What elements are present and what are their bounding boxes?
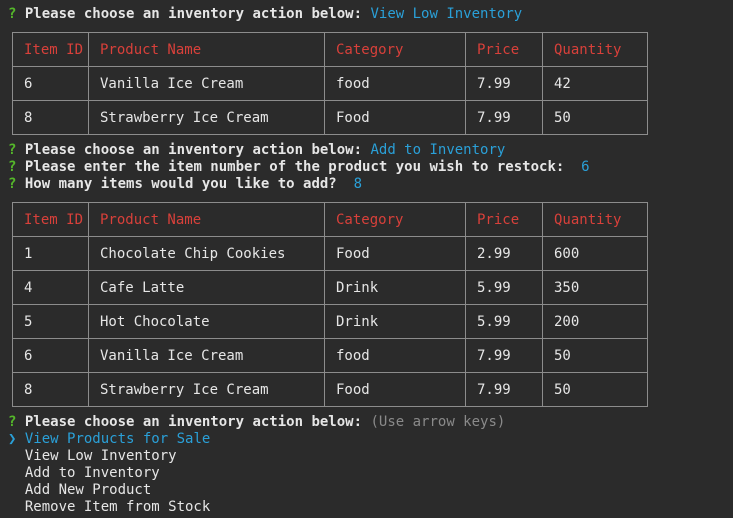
menu-option-label: Add New Product xyxy=(24,482,152,498)
cell-category: Food xyxy=(324,372,466,407)
action-answer-2: Add to Inventory xyxy=(370,142,506,158)
cell-product-name: Vanilla Ice Cream xyxy=(88,66,325,101)
cell-quantity: 50 xyxy=(542,100,648,135)
action-prompt-line-2: ? Please choose an inventory action belo… xyxy=(8,142,505,159)
cell-product-name: Strawberry Ice Cream xyxy=(88,100,325,135)
cell-quantity: 350 xyxy=(542,270,648,305)
menu-option-view-products[interactable]: ❯ View Products for Sale xyxy=(8,431,210,448)
action-prompt-text: Please choose an inventory action below: xyxy=(24,6,363,22)
menu-option-remove-item[interactable]: Remove Item from Stock xyxy=(8,499,210,516)
header-price: Price xyxy=(465,32,543,67)
add-quantity-prompt-line: ? How many items would you like to add? … xyxy=(8,176,362,193)
header-quantity: Quantity xyxy=(542,202,648,237)
add-quantity-answer: 8 xyxy=(353,176,363,192)
cell-item-id: 6 xyxy=(12,338,89,373)
table-row: 5 Hot Chocolate Drink 5.99 200 xyxy=(12,304,648,339)
question-mark-icon: ? xyxy=(8,414,17,430)
table-row: 6 Vanilla Ice Cream food 7.99 50 xyxy=(12,338,648,373)
low-inventory-table: Item ID Product Name Category Price Quan… xyxy=(12,32,648,135)
cell-category: Drink xyxy=(324,304,466,339)
all-products-table: Item ID Product Name Category Price Quan… xyxy=(12,202,648,407)
table-row: 8 Strawberry Ice Cream Food 7.99 50 xyxy=(12,372,648,407)
menu-option-view-low-inventory[interactable]: View Low Inventory xyxy=(8,448,177,465)
table-row: 1 Chocolate Chip Cookies Food 2.99 600 xyxy=(12,236,648,271)
cell-product-name: Cafe Latte xyxy=(88,270,325,305)
action-prompt-text: Please choose an inventory action below: xyxy=(24,142,363,158)
cell-price: 7.99 xyxy=(465,66,543,101)
action-prompt-text: Please choose an inventory action below: xyxy=(24,414,363,430)
action-answer-1: View Low Inventory xyxy=(370,6,523,22)
action-prompt-line-3: ? Please choose an inventory action belo… xyxy=(8,414,505,431)
header-product-name: Product Name xyxy=(88,202,325,237)
table-header-row: Item ID Product Name Category Price Quan… xyxy=(12,202,648,237)
cell-product-name: Hot Chocolate xyxy=(88,304,325,339)
cell-category: Food xyxy=(324,236,466,271)
cell-item-id: 6 xyxy=(12,66,89,101)
header-product-name: Product Name xyxy=(88,32,325,67)
question-mark-icon: ? xyxy=(8,159,17,175)
table-row: 4 Cafe Latte Drink 5.99 350 xyxy=(12,270,648,305)
cell-quantity: 50 xyxy=(542,372,648,407)
pointer-icon: ❯ xyxy=(8,431,17,447)
cell-item-id: 1 xyxy=(12,236,89,271)
menu-option-label: View Products for Sale xyxy=(24,431,211,447)
restock-prompt-line: ? Please enter the item number of the pr… xyxy=(8,159,590,176)
table-row: 6 Vanilla Ice Cream food 7.99 42 xyxy=(12,66,648,101)
menu-option-label: Remove Item from Stock xyxy=(24,499,211,515)
restock-prompt-text: Please enter the item number of the prod… xyxy=(24,159,565,175)
menu-option-add-new-product[interactable]: Add New Product xyxy=(8,482,151,499)
cell-category: Food xyxy=(324,100,466,135)
menu-option-label: View Low Inventory xyxy=(24,448,177,464)
cell-product-name: Chocolate Chip Cookies xyxy=(88,236,325,271)
action-prompt-line-1: ? Please choose an inventory action belo… xyxy=(8,6,522,23)
cell-price: 5.99 xyxy=(465,304,543,339)
cell-category: Drink xyxy=(324,270,466,305)
header-category: Category xyxy=(324,32,466,67)
restock-answer: 6 xyxy=(581,159,590,175)
question-mark-icon: ? xyxy=(8,6,17,22)
cell-price: 7.99 xyxy=(465,100,543,135)
header-quantity: Quantity xyxy=(542,32,648,67)
cell-category: food xyxy=(324,338,466,373)
add-quantity-prompt-text: How many items would you like to add? xyxy=(24,176,337,192)
cell-category: food xyxy=(324,66,466,101)
header-price: Price xyxy=(465,202,543,237)
header-category: Category xyxy=(324,202,466,237)
menu-option-label: Add to Inventory xyxy=(24,465,160,481)
question-mark-icon: ? xyxy=(8,176,17,192)
cell-price: 5.99 xyxy=(465,270,543,305)
cell-quantity: 50 xyxy=(542,338,648,373)
cell-item-id: 5 xyxy=(12,304,89,339)
cell-price: 7.99 xyxy=(465,338,543,373)
cell-quantity: 600 xyxy=(542,236,648,271)
cell-product-name: Strawberry Ice Cream xyxy=(88,372,325,407)
cell-product-name: Vanilla Ice Cream xyxy=(88,338,325,373)
table-header-row: Item ID Product Name Category Price Quan… xyxy=(12,32,648,67)
header-item-id: Item ID xyxy=(12,202,89,237)
arrow-keys-hint: (Use arrow keys) xyxy=(370,414,506,430)
table-row: 8 Strawberry Ice Cream Food 7.99 50 xyxy=(12,100,648,135)
cell-quantity: 42 xyxy=(542,66,648,101)
menu-option-add-to-inventory[interactable]: Add to Inventory xyxy=(8,465,160,482)
cell-price: 7.99 xyxy=(465,372,543,407)
question-mark-icon: ? xyxy=(8,142,17,158)
cell-item-id: 4 xyxy=(12,270,89,305)
cell-item-id: 8 xyxy=(12,372,89,407)
header-item-id: Item ID xyxy=(12,32,89,67)
cell-price: 2.99 xyxy=(465,236,543,271)
cell-quantity: 200 xyxy=(542,304,648,339)
cell-item-id: 8 xyxy=(12,100,89,135)
